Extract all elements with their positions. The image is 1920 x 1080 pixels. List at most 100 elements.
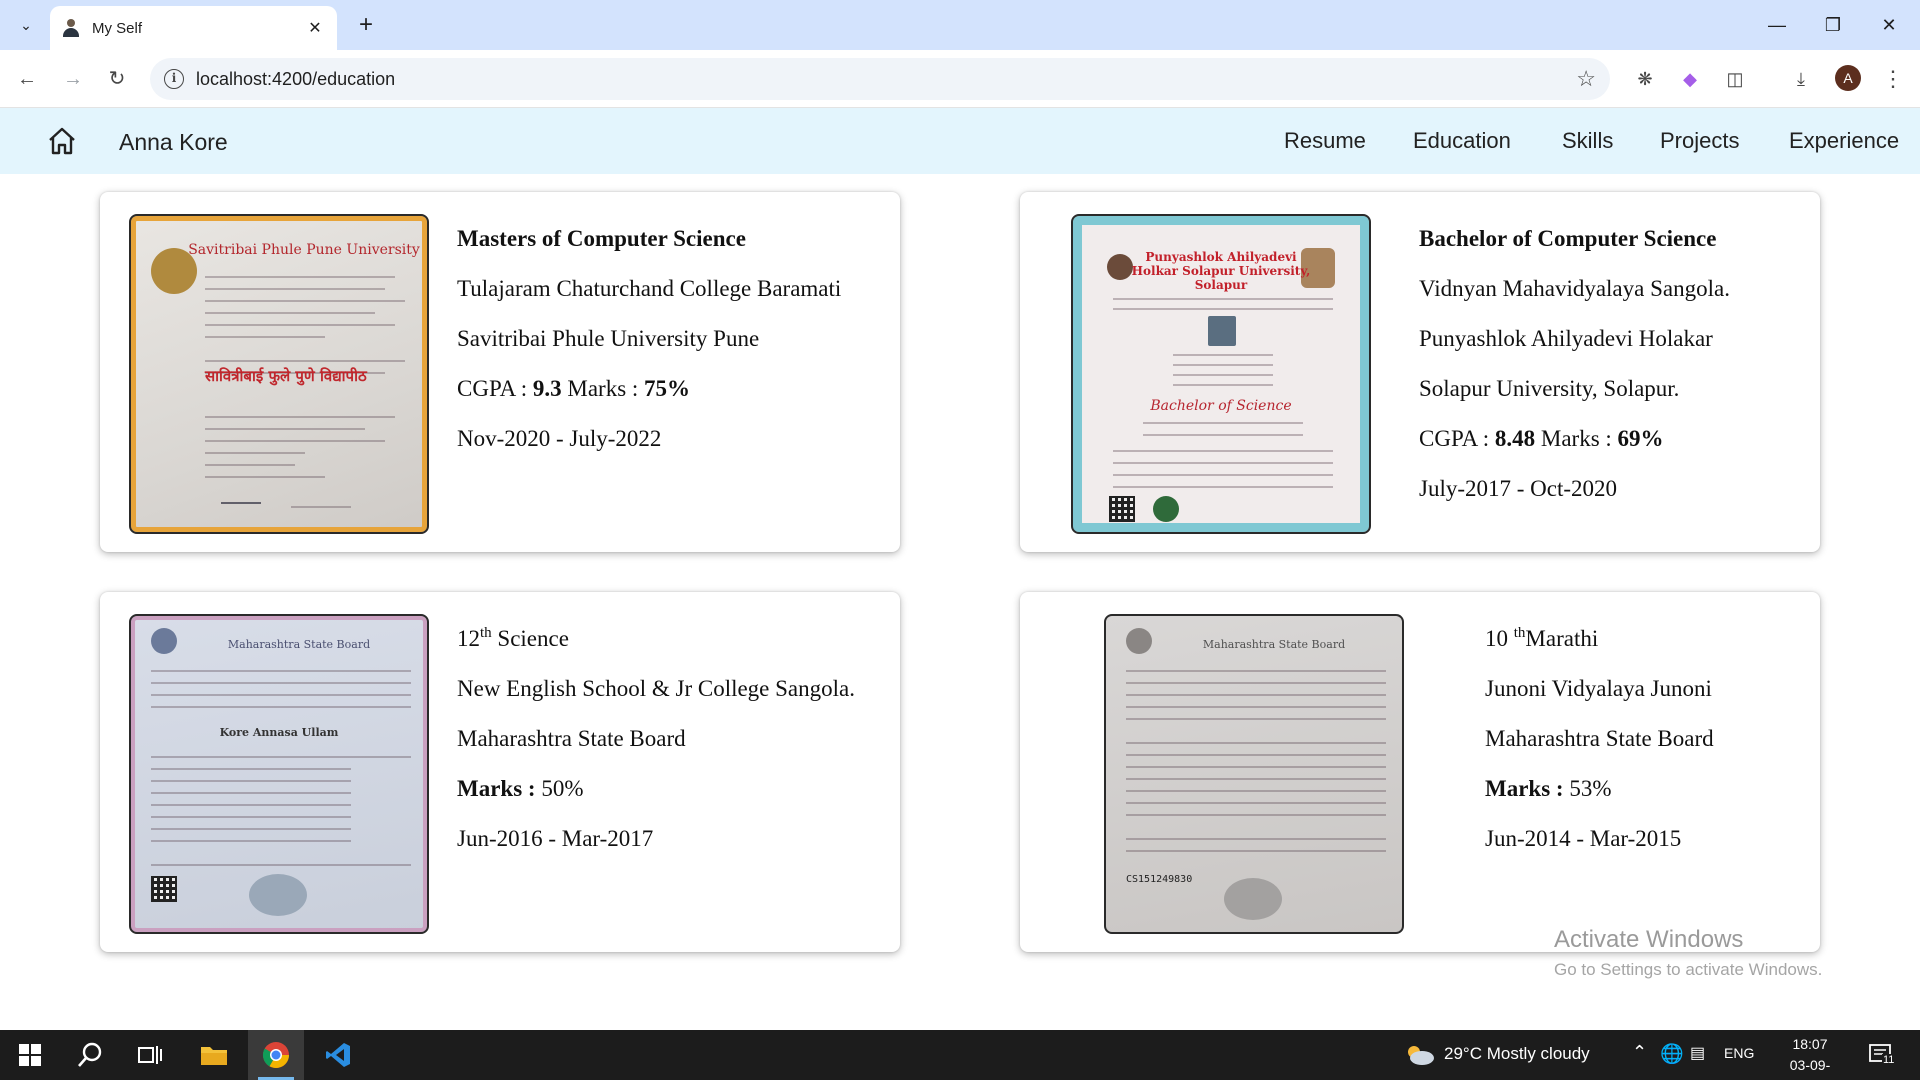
address-bar[interactable]: i localhost:4200/education ☆ bbox=[150, 58, 1610, 100]
site-info-icon[interactable]: i bbox=[164, 69, 184, 89]
battery-icon[interactable]: ▤ bbox=[1690, 1043, 1705, 1063]
browser-menu-icon[interactable]: ⋮ bbox=[1878, 64, 1908, 94]
marks-label: Marks : bbox=[567, 376, 639, 401]
bookmark-star-icon[interactable]: ☆ bbox=[1576, 66, 1596, 92]
notification-count-badge: 11 bbox=[1882, 1054, 1896, 1066]
institution-line: Maharashtra State Board bbox=[457, 726, 686, 751]
window-close-icon[interactable]: ✕ bbox=[1866, 10, 1912, 40]
cgpa-label: CGPA : bbox=[457, 376, 528, 401]
clock-time: 18:07 bbox=[1792, 1036, 1828, 1052]
search-icon[interactable] bbox=[62, 1030, 118, 1080]
student-photo bbox=[1208, 316, 1236, 346]
qr-code bbox=[1109, 496, 1135, 522]
institution-line: Solapur University, Solapur. bbox=[1419, 376, 1680, 401]
education-card-masters: Savitribai Phule Pune University सावित्र… bbox=[100, 192, 900, 552]
grade-stream: Science bbox=[497, 626, 569, 651]
score-line: Marks : 50% bbox=[457, 764, 855, 814]
browser-tab[interactable]: My Self ✕ bbox=[50, 6, 337, 50]
home-icon[interactable] bbox=[46, 125, 78, 157]
certificate-subtitle: Bachelor of Science bbox=[1150, 398, 1292, 414]
clock-date: 03-09-2024 bbox=[1789, 1057, 1831, 1080]
vscode-icon[interactable] bbox=[310, 1030, 366, 1080]
tab-close-icon[interactable]: ✕ bbox=[305, 18, 325, 38]
cgpa-value: 8.48 bbox=[1494, 426, 1536, 451]
certificate-title: Maharashtra State Board bbox=[227, 638, 371, 651]
tab-search-chevron-icon[interactable]: ⌄ bbox=[10, 9, 42, 41]
task-view-icon[interactable] bbox=[122, 1030, 178, 1080]
nav-link-experience[interactable]: Experience bbox=[1789, 128, 1899, 154]
bachelor-details: Bachelor of Computer Science Vidnyan Mah… bbox=[1419, 214, 1730, 514]
nav-link-resume[interactable]: Resume bbox=[1284, 128, 1366, 154]
score-line: Marks : 53% bbox=[1485, 764, 1714, 814]
notifications-icon[interactable]: 11 bbox=[1868, 1042, 1896, 1068]
back-arrow-icon[interactable]: ← bbox=[12, 64, 42, 94]
ssc-certificate-image: Maharashtra State Board CS151249830 bbox=[1104, 614, 1404, 934]
institution-line: Vidnyan Mahavidyalaya Sangola. bbox=[1419, 276, 1730, 301]
institution-line: Maharashtra State Board bbox=[1485, 726, 1714, 751]
taskbar-clock[interactable]: 18:07 03-09-2024 bbox=[1775, 1034, 1845, 1080]
hologram-icon bbox=[249, 874, 307, 916]
address-url[interactable]: localhost:4200/education bbox=[196, 69, 395, 90]
grade-number: 10 bbox=[1485, 626, 1508, 651]
grade-suffix: th bbox=[480, 625, 492, 641]
downloads-icon[interactable]: ⤓ bbox=[1786, 64, 1816, 94]
institution-line: Savitribai Phule University Pune bbox=[457, 326, 760, 351]
activate-windows-title: Activate Windows bbox=[1554, 926, 1744, 953]
extension-gem-icon[interactable]: ◆ bbox=[1675, 64, 1705, 94]
university-stamp-icon bbox=[1153, 496, 1179, 522]
marks-label: Marks : bbox=[1540, 426, 1612, 451]
file-explorer-icon[interactable] bbox=[186, 1030, 242, 1080]
grade-title: 12th Science bbox=[457, 614, 855, 664]
certificate-title: Savitribai Phule Pune University bbox=[188, 242, 420, 258]
marks-value: 53% bbox=[1569, 776, 1612, 801]
weather-cloud-icon[interactable] bbox=[1404, 1042, 1436, 1066]
restore-icon[interactable]: ❐ bbox=[1810, 10, 1856, 40]
extensions-puzzle-icon[interactable]: ◫ bbox=[1720, 64, 1750, 94]
masters-certificate-image: Savitribai Phule Pune University सावित्र… bbox=[129, 214, 429, 534]
institution-line: Junoni Vidyalaya Junoni bbox=[1485, 676, 1712, 701]
certificate-student-name: Kore Annasa Ullam bbox=[219, 726, 339, 739]
tray-overflow-chevron-icon[interactable]: ⌃ bbox=[1632, 1042, 1647, 1063]
windows-start-icon[interactable] bbox=[2, 1030, 58, 1080]
grade-suffix: th bbox=[1513, 625, 1526, 641]
nav-link-education[interactable]: Education bbox=[1413, 128, 1511, 154]
minimize-icon[interactable]: — bbox=[1754, 10, 1800, 40]
site-brand[interactable]: Anna Kore bbox=[119, 129, 228, 156]
nav-link-projects[interactable]: Projects bbox=[1660, 128, 1739, 154]
activate-windows-subtitle: Go to Settings to activate Windows. bbox=[1554, 960, 1823, 979]
education-card-bachelor: Punyashlok Ahilyadevi Holkar Solapur Uni… bbox=[1020, 192, 1820, 552]
grade-title: 10 thMarathi bbox=[1485, 614, 1714, 664]
ssc-details: 10 thMarathi Junoni Vidyalaya Junoni Mah… bbox=[1485, 614, 1714, 864]
hsc-details: 12th Science New English School & Jr Col… bbox=[457, 614, 855, 864]
period: July-2017 - Oct-2020 bbox=[1419, 476, 1618, 501]
marks-value: 69% bbox=[1617, 426, 1664, 451]
nav-link-skills[interactable]: Skills bbox=[1562, 128, 1613, 154]
chrome-icon[interactable] bbox=[248, 1030, 304, 1080]
education-card-12th: Maharashtra State Board Kore Annasa Ulla… bbox=[100, 592, 900, 952]
profile-avatar[interactable]: A bbox=[1835, 65, 1861, 91]
language-indicator[interactable]: ENG bbox=[1724, 1045, 1754, 1061]
marks-label: Marks : bbox=[457, 776, 536, 801]
new-tab-plus-icon[interactable]: + bbox=[352, 12, 380, 40]
period: Jun-2016 - Mar-2017 bbox=[457, 826, 654, 851]
network-globe-icon[interactable]: 🌐 bbox=[1660, 1042, 1684, 1066]
forward-arrow-icon[interactable]: → bbox=[58, 64, 88, 94]
reload-icon[interactable]: ↻ bbox=[102, 64, 132, 94]
qr-code bbox=[151, 876, 177, 902]
marks-value: 50% bbox=[541, 776, 584, 801]
weather-text[interactable]: 29°C Mostly cloudy bbox=[1444, 1044, 1590, 1064]
certificate-title: Maharashtra State Board bbox=[1202, 638, 1346, 651]
institution-line: New English School & Jr College Sangola. bbox=[457, 676, 855, 701]
extension-bug-icon[interactable]: ❋ bbox=[1630, 64, 1660, 94]
site-navbar: Anna Kore Resume Education Skills Projec… bbox=[0, 108, 1920, 174]
certificate-subtitle: सावित्रीबाई फुले पुणे विद्यापीठ bbox=[205, 367, 367, 385]
period: Nov-2020 - July-2022 bbox=[457, 426, 662, 451]
browser-toolbar: ← → ↻ i localhost:4200/education ☆ ❋ ◆ ◫… bbox=[0, 50, 1920, 108]
certificate-title: Punyashlok Ahilyadevi Holkar Solapur Uni… bbox=[1131, 250, 1311, 292]
masters-details: Masters of Computer Science Tulajaram Ch… bbox=[457, 214, 841, 464]
institution-line: Punyashlok Ahilyadevi Holakar bbox=[1419, 326, 1713, 351]
cgpa-value: 9.3 bbox=[532, 376, 562, 401]
bachelor-certificate-image: Punyashlok Ahilyadevi Holkar Solapur Uni… bbox=[1071, 214, 1371, 534]
hsc-certificate-image: Maharashtra State Board Kore Annasa Ulla… bbox=[129, 614, 429, 934]
browser-tabstrip: ⌄ My Self ✕ + — ❐ ✕ bbox=[0, 0, 1920, 50]
